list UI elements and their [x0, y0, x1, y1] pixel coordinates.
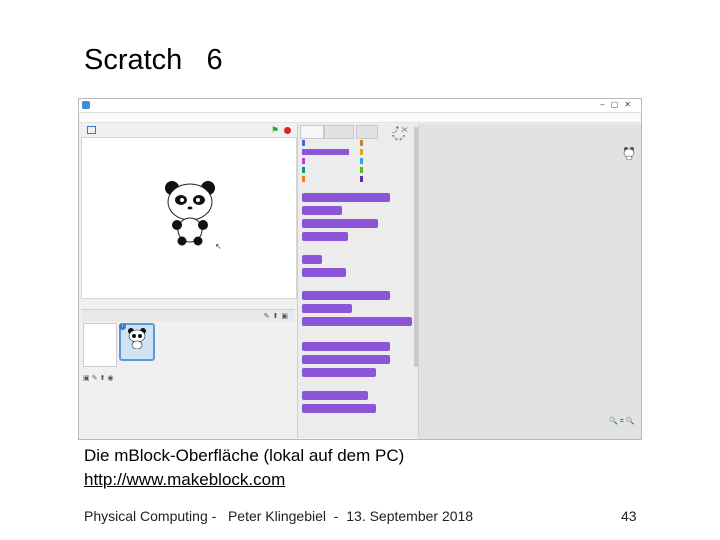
block-show[interactable] — [302, 255, 322, 264]
category-sensing[interactable] — [360, 158, 407, 164]
palette-scrollbar[interactable] — [414, 127, 418, 367]
category-data[interactable] — [302, 176, 349, 182]
tab-sounds[interactable] — [356, 125, 378, 139]
category-events[interactable] — [360, 140, 407, 146]
panda-thumbnail-icon — [128, 328, 146, 349]
block-switch-costume[interactable] — [302, 291, 390, 300]
footer: Physical Computing - Peter Klingebiel - … — [84, 508, 474, 524]
mouse-cursor-icon: ↖ — [215, 242, 222, 251]
menu-bar — [79, 113, 641, 123]
tab-scripts[interactable] — [300, 125, 324, 139]
category-control[interactable] — [360, 149, 407, 155]
backdrop-tool-icons: ▣✎⬆◉ — [83, 375, 116, 382]
stage-thumbnail[interactable] — [83, 323, 117, 367]
block-say-for-secs[interactable] — [302, 193, 390, 202]
category-motion[interactable] — [302, 140, 349, 146]
script-area[interactable]: 🔍=🔍 — [419, 124, 641, 439]
tab-costumes[interactable] — [324, 125, 354, 139]
panda-sprite-icon — [165, 181, 215, 246]
zoom-controls-icon[interactable]: 🔍=🔍 — [609, 417, 637, 425]
category-operators[interactable] — [360, 167, 407, 173]
category-looks[interactable] — [302, 149, 349, 155]
block-change-effect[interactable] — [302, 342, 390, 351]
block-switch-backdrop[interactable] — [302, 317, 412, 326]
block-clear-effects[interactable] — [302, 368, 376, 377]
mblock-logo-icon — [82, 101, 90, 109]
mblock-screenshot: –▢✕ ⚑ ↖ ✎⬆▣ i ▣✎⬆◉ ⤴✂⤡⤢ 🔍=🔍 — [78, 98, 642, 440]
block-hide[interactable] — [302, 268, 346, 277]
block-palette: ⤴✂⤡⤢ — [297, 124, 419, 438]
stop-icon — [284, 127, 291, 134]
website-link[interactable]: http://www.makeblock.com — [84, 470, 285, 490]
new-backdrop-section: ▣✎⬆◉ — [83, 367, 115, 382]
block-set-effect[interactable] — [302, 355, 390, 364]
block-think[interactable] — [302, 232, 348, 241]
block-think-for-secs[interactable] — [302, 219, 378, 228]
sprite-thumbnail-panda[interactable]: i — [119, 323, 155, 361]
fullscreen-icon — [87, 126, 96, 134]
info-icon[interactable]: i — [119, 323, 126, 330]
block-next-costume[interactable] — [302, 304, 352, 313]
stage-toolbar: ⚑ — [81, 124, 295, 136]
green-flag-icon: ⚑ — [271, 125, 280, 135]
window-controls-icon: –▢✕ — [600, 100, 637, 109]
category-pen[interactable] — [302, 167, 349, 173]
sprites-header: ✎⬆▣ — [81, 309, 295, 322]
block-say[interactable] — [302, 206, 342, 215]
page-number: 43 — [621, 508, 637, 524]
block-set-size[interactable] — [302, 404, 376, 413]
category-robots[interactable] — [360, 176, 407, 182]
block-change-size[interactable] — [302, 391, 368, 400]
stage: ↖ — [81, 137, 297, 299]
window-titlebar: –▢✕ — [79, 99, 641, 113]
slide-title: Scratch 6 — [84, 44, 223, 76]
caption: Die mBlock-Oberfläche (lokal auf dem PC) — [84, 446, 405, 465]
new-sprite-icons: ✎⬆▣ — [263, 313, 291, 320]
sprite-corner-icon — [623, 147, 635, 160]
category-sound[interactable] — [302, 158, 349, 164]
